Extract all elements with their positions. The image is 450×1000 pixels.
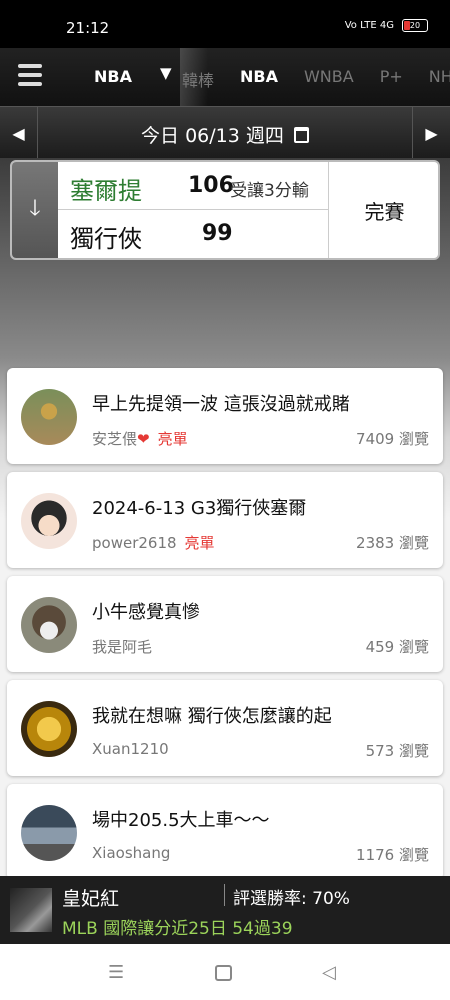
post-views: 573 瀏覽 <box>365 742 429 760</box>
post-title: 我就在想嘛 獨行俠怎麼讓的起 <box>92 706 332 727</box>
tab-p-plus[interactable]: P+ <box>380 67 403 91</box>
game-scoreboard[interactable]: 🡓 塞爾提 106 受讓3分輸 獨行俠 99 完賽 <box>10 160 440 260</box>
date-text: 今日 06/13 週四 <box>141 125 284 147</box>
post-views: 459 瀏覽 <box>365 638 429 656</box>
home-team-score: 106 <box>188 173 234 198</box>
street-photo-avatar <box>21 805 77 861</box>
signal-icon: Vo LTE 4G <box>344 20 394 31</box>
top-nav: NBA ▼ 韓棒 NBA WNBA P+ NHL <box>0 48 450 106</box>
list-item[interactable]: 早上先提領一波 這張沒過就戒賭 安芝偎❤ 亮單 7409 瀏覽 <box>7 368 443 464</box>
status-time: 21:12 <box>66 19 110 37</box>
woman-mask-avatar <box>21 597 77 653</box>
post-views: 2383 瀏覽 <box>356 534 429 552</box>
post-title: 小牛感覺真慘 <box>92 602 200 623</box>
post-author: Xuan1210 <box>92 740 169 758</box>
tab-wnba[interactable]: WNBA <box>304 67 354 91</box>
hamburger-menu-icon[interactable] <box>18 64 42 88</box>
post-author: 安芝偎❤ 亮單 <box>92 430 188 448</box>
calendar-icon[interactable] <box>293 127 309 143</box>
away-team-name: 獨行俠 <box>70 225 142 253</box>
team-row-away: 獨行俠 99 <box>58 210 328 258</box>
baseball-player-avatar <box>21 389 77 445</box>
home-team-name: 塞爾提 <box>70 177 142 205</box>
list-item[interactable]: 小牛感覺真慘 我是阿毛 459 瀏覽 <box>7 576 443 672</box>
tab-korean-baseball[interactable]: 韓棒 <box>182 67 214 91</box>
post-author: power2618 亮單 <box>92 534 215 552</box>
tipster-avatar <box>10 888 52 932</box>
list-item[interactable]: 2024-6-13 G3獨行俠塞爾 power2618 亮單 2383 瀏覽 <box>7 472 443 568</box>
post-badge: 亮單 <box>157 430 188 448</box>
post-author: Xiaoshang <box>92 844 171 862</box>
post-badge: 亮單 <box>184 534 215 552</box>
dropdown-triangle-icon[interactable]: ▼ <box>160 64 172 82</box>
tab-nhl[interactable]: NHL <box>429 67 450 91</box>
tipster-banner[interactable]: 皇妃紅 評選勝率: 70% MLB 國際讓分近25日 54過39 <box>0 876 450 944</box>
status-icons: Vo LTE 4G 20 <box>345 19 428 32</box>
post-author: 我是阿毛 <box>92 638 153 656</box>
tipster-name: 皇妃紅 <box>62 888 120 910</box>
post-views: 1176 瀏覽 <box>356 846 429 864</box>
post-title: 場中205.5大上車～～ <box>92 810 270 831</box>
next-day-arrow-icon[interactable]: ▶ <box>412 107 450 159</box>
league-select[interactable]: NBA <box>94 67 132 86</box>
tipster-record: MLB 國際讓分近25日 54過39 <box>62 919 293 939</box>
post-title: 2024-6-13 G3獨行俠塞爾 <box>92 498 307 519</box>
anime-girl-avatar <box>21 493 77 549</box>
back-icon[interactable]: ◁ <box>322 962 336 983</box>
battery-icon: 20 <box>402 19 428 32</box>
battery-text: 20 <box>409 21 421 30</box>
tab-nba[interactable]: NBA <box>240 67 278 91</box>
content-area: 🡓 塞爾提 106 受讓3分輸 獨行俠 99 完賽 早上先提領一波 這張沒過就戒… <box>0 158 450 876</box>
post-views: 7409 瀏覽 <box>356 430 429 448</box>
heart-icon: ❤ <box>137 430 150 448</box>
away-team-score: 99 <box>202 221 233 246</box>
status-bar: 21:12 Vo LTE 4G 20 <box>0 0 450 48</box>
list-item[interactable]: 我就在想嘛 獨行俠怎麼讓的起 Xuan1210 573 瀏覽 <box>7 680 443 776</box>
post-title: 早上先提領一波 這張沒過就戒賭 <box>92 394 350 415</box>
league-tabs: 韓棒 NBA WNBA P+ NHL <box>182 67 450 91</box>
team-row-home: 塞爾提 106 受讓3分輸 <box>58 162 328 210</box>
list-item[interactable]: 場中205.5大上車～～ Xiaoshang 1176 瀏覽 <box>7 784 443 876</box>
recent-apps-icon[interactable]: ☰ <box>108 962 124 983</box>
date-bar: ◀ 今日 06/13 週四 ▶ <box>0 106 450 159</box>
home-icon[interactable] <box>215 965 232 981</box>
tipster-win-rate: 評選勝率: 70% <box>233 889 350 909</box>
date-label[interactable]: 今日 06/13 週四 <box>0 121 450 148</box>
system-navigation-bar: ☰ ◁ <box>0 944 450 1000</box>
expand-arrow-down-icon[interactable]: 🡓 <box>12 162 58 258</box>
banner-divider <box>224 884 225 906</box>
gold-emblem-avatar <box>21 701 77 757</box>
spread-result: 受讓3分輸 <box>230 181 309 201</box>
game-status: 完賽 <box>328 162 438 258</box>
